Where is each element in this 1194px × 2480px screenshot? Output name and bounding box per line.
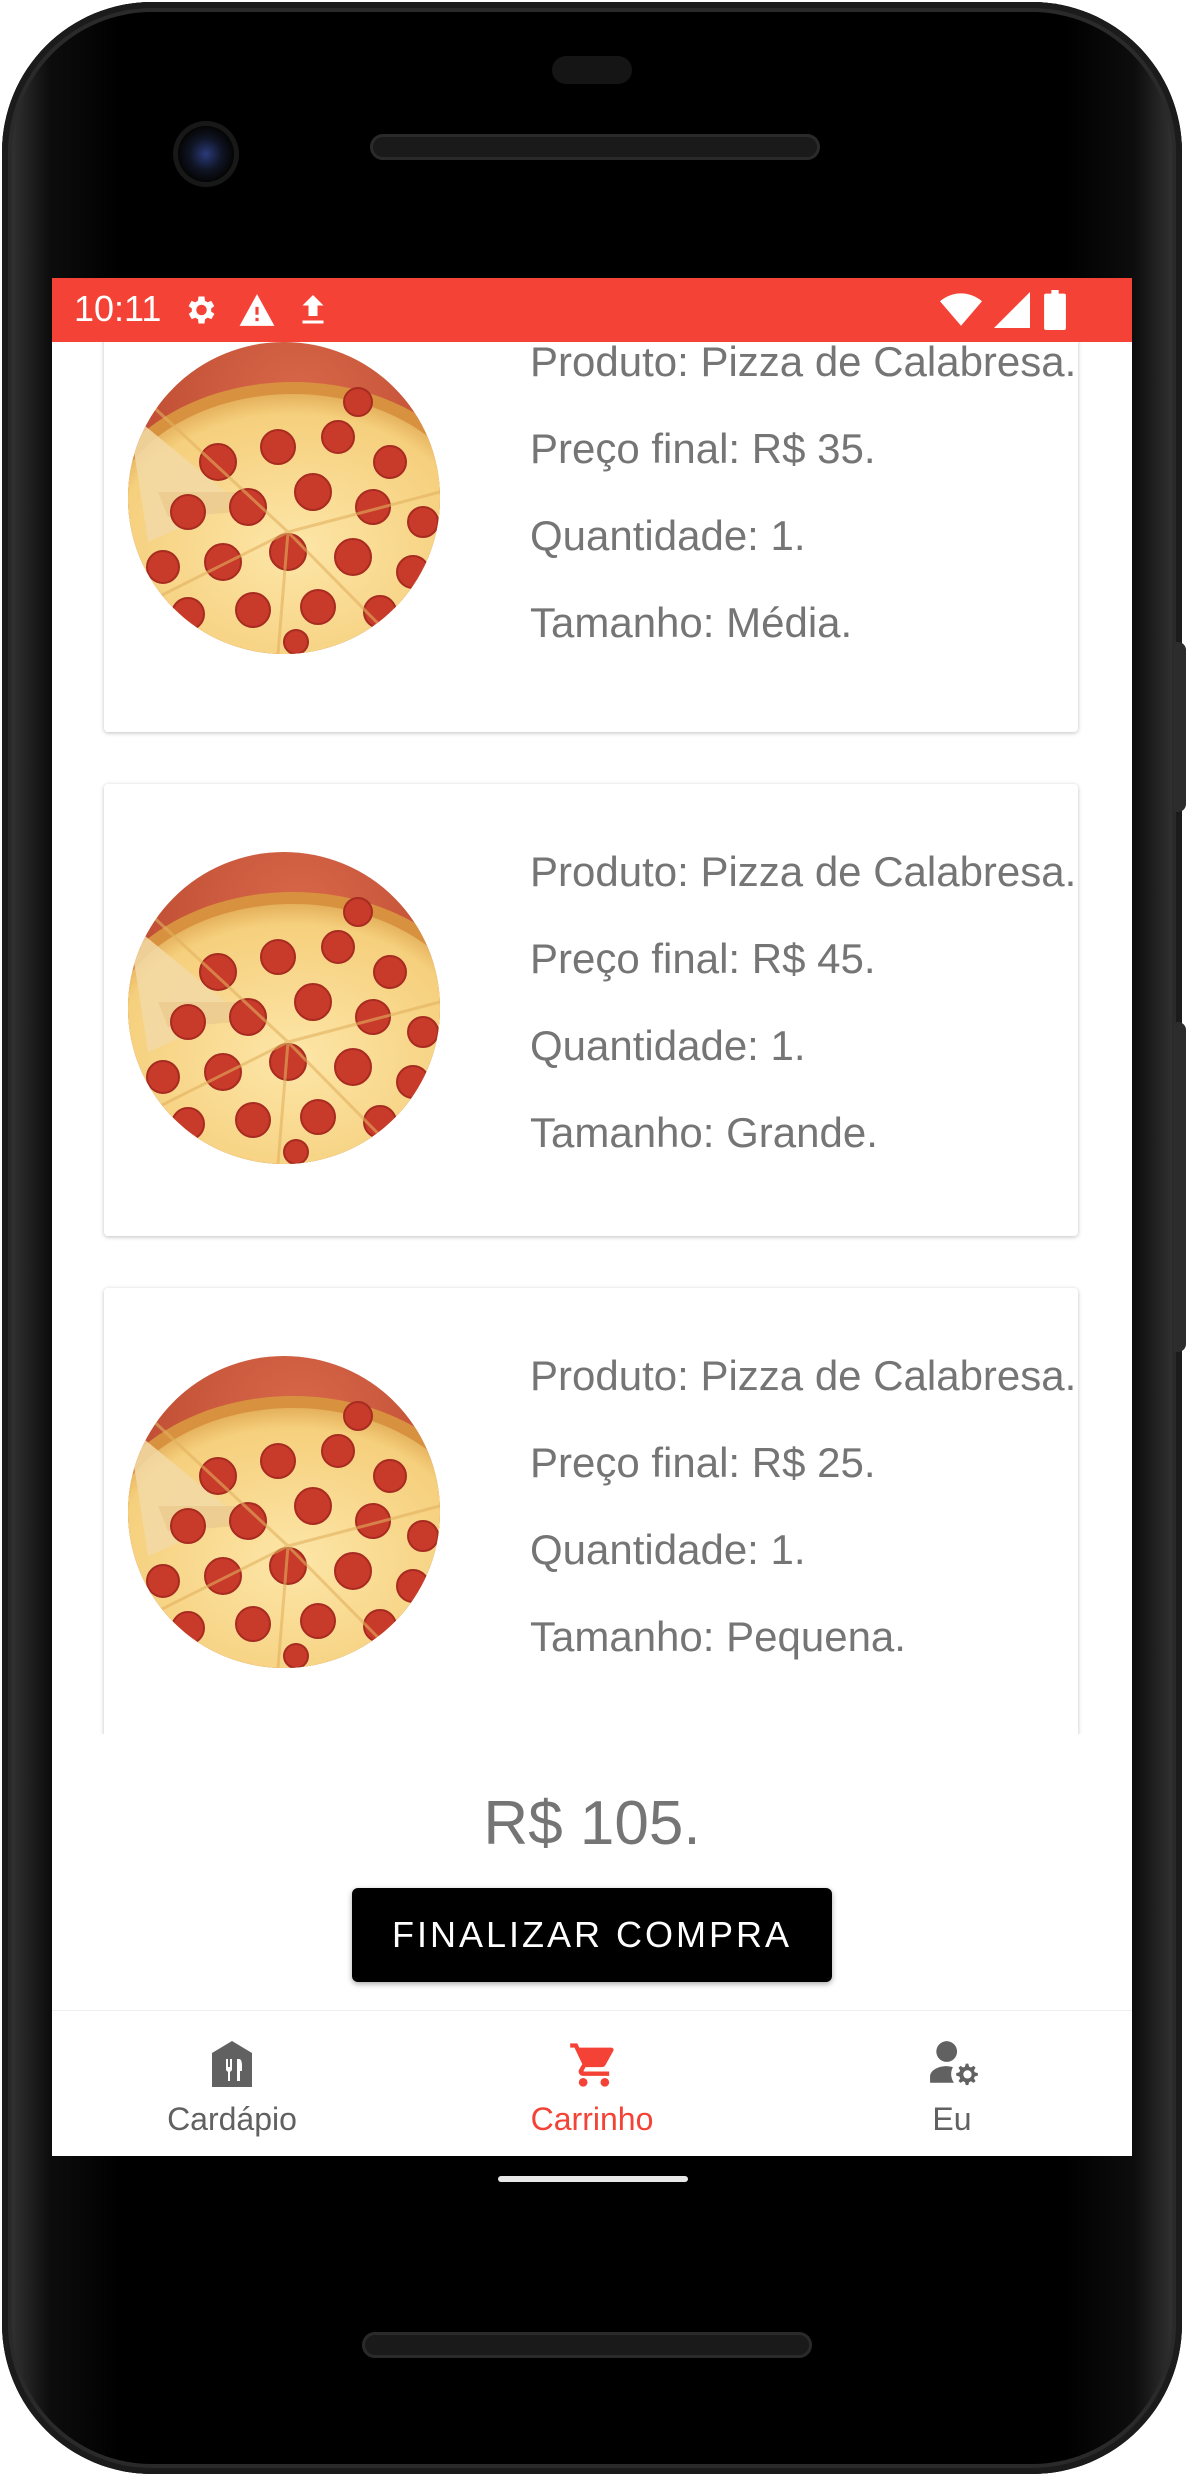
status-time: 10:11 bbox=[74, 288, 162, 329]
warning-icon bbox=[239, 294, 275, 326]
item-price: Preço final: R$ 35. bbox=[530, 425, 876, 472]
menu-restaurant-icon bbox=[212, 2041, 252, 2087]
pizza-image bbox=[128, 852, 440, 1164]
cart-icon bbox=[570, 2043, 614, 2087]
checkout-button[interactable]: FINALIZAR COMPRA bbox=[352, 1888, 832, 1982]
item-size: Tamanho: Média. bbox=[530, 599, 853, 646]
sensor bbox=[552, 56, 632, 84]
pizza-image bbox=[128, 342, 440, 654]
battery-icon bbox=[1044, 290, 1066, 330]
power-button bbox=[1174, 642, 1186, 812]
item-price: Preço final: R$ 45. bbox=[530, 935, 876, 982]
cart-item-card[interactable]: Produto: Pizza de Calabresa. Preço final… bbox=[104, 342, 1078, 732]
item-product: Produto: Pizza de Calabresa. bbox=[530, 342, 1077, 385]
cart-list[interactable]: Produto: Pizza de Calabresa. Preço final… bbox=[52, 342, 1132, 1734]
item-details: Produto: Pizza de Calabresa. Preço final… bbox=[530, 1350, 1076, 1698]
nav-label-eu: Eu bbox=[932, 2101, 972, 2137]
item-price: Preço final: R$ 25. bbox=[530, 1439, 876, 1486]
item-product: Produto: Pizza de Calabresa. bbox=[530, 848, 1077, 895]
item-details: Produto: Pizza de Calabresa. Preço final… bbox=[530, 846, 1076, 1194]
cell-signal-icon bbox=[994, 292, 1030, 328]
item-details: Produto: Pizza de Calabresa. Preço final… bbox=[530, 342, 1076, 684]
front-camera-icon bbox=[178, 126, 234, 182]
item-size: Tamanho: Grande. bbox=[530, 1109, 878, 1156]
item-quantity: Quantidade: 1. bbox=[530, 1526, 806, 1573]
cart-item-card[interactable]: Produto: Pizza de Calabresa. Preço final… bbox=[104, 784, 1078, 1236]
cart-item-card[interactable]: Produto: Pizza de Calabresa. Preço final… bbox=[104, 1288, 1078, 1734]
item-quantity: Quantidade: 1. bbox=[530, 1022, 806, 1069]
upload-icon bbox=[302, 295, 324, 324]
item-size: Tamanho: Pequena. bbox=[530, 1613, 906, 1660]
status-bar: 10:11 bbox=[52, 278, 1132, 342]
user-settings-icon bbox=[930, 2041, 978, 2086]
app-screen: 10:11 Produto: Pizza de Calabresa. Preço… bbox=[52, 278, 1132, 2156]
volume-button bbox=[1174, 1022, 1186, 1352]
bottom-navigation: Cardápio Carrinho Eu bbox=[52, 2010, 1132, 2156]
nav-label-carrinho: Carrinho bbox=[530, 2101, 654, 2137]
bottom-speaker bbox=[362, 2332, 812, 2358]
cart-total: R$ 105. bbox=[483, 1789, 701, 1858]
nav-item-eu[interactable]: Eu bbox=[772, 2011, 1132, 2156]
item-product: Produto: Pizza de Calabresa. bbox=[530, 1352, 1077, 1399]
item-quantity: Quantidade: 1. bbox=[530, 512, 806, 559]
wifi-icon bbox=[940, 293, 982, 326]
nav-item-cardapio[interactable]: Cardápio bbox=[52, 2011, 412, 2156]
nav-label-cardapio: Cardápio bbox=[167, 2101, 297, 2137]
nav-item-carrinho[interactable]: Carrinho bbox=[412, 2011, 772, 2156]
pizza-image bbox=[128, 1356, 440, 1668]
home-gesture-bar[interactable] bbox=[498, 2176, 688, 2182]
earpiece-speaker bbox=[370, 134, 820, 160]
gear-icon bbox=[188, 296, 215, 324]
